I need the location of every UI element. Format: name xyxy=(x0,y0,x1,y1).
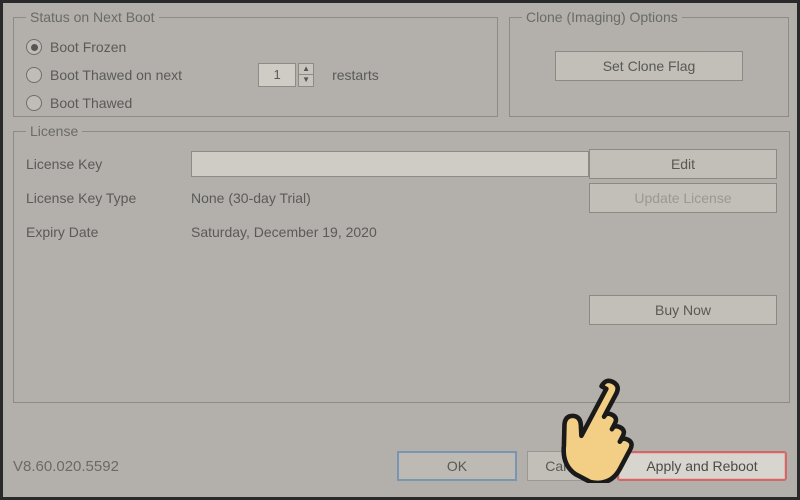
license-key-label: License Key xyxy=(26,156,191,172)
radio-boot-thawed-row[interactable]: Boot Thawed xyxy=(26,89,485,117)
restarts-value[interactable]: 1 xyxy=(258,63,296,87)
dialog-footer: V8.60.020.5592 OK Cancel Apply and Reboo… xyxy=(13,451,787,481)
expiry-date-label: Expiry Date xyxy=(26,224,191,240)
radio-boot-thawed-label: Boot Thawed xyxy=(50,95,132,111)
license-legend: License xyxy=(26,123,82,139)
restarts-spinner[interactable]: 1 ▲ ▼ xyxy=(258,63,314,87)
update-license-button: Update License xyxy=(589,183,777,213)
expiry-date-value: Saturday, December 19, 2020 xyxy=(191,224,377,240)
license-type-value: None (30-day Trial) xyxy=(191,190,311,206)
ok-button[interactable]: OK xyxy=(397,451,517,481)
buy-now-button[interactable]: Buy Now xyxy=(589,295,777,325)
set-clone-flag-button[interactable]: Set Clone Flag xyxy=(555,51,743,81)
clone-legend: Clone (Imaging) Options xyxy=(522,9,682,25)
version-label: V8.60.020.5592 xyxy=(13,458,119,475)
settings-panel: Status on Next Boot Boot Frozen Boot Tha… xyxy=(3,3,797,497)
radio-boot-frozen[interactable] xyxy=(26,39,42,55)
radio-boot-thawed-next-row[interactable]: Boot Thawed on next 1 ▲ ▼ restarts xyxy=(26,61,485,89)
license-group: License License Key Edit License Key Typ… xyxy=(13,123,790,403)
radio-boot-frozen-label: Boot Frozen xyxy=(50,39,126,55)
radio-boot-thawed-next[interactable] xyxy=(26,67,42,83)
restarts-label: restarts xyxy=(332,67,379,83)
license-type-label: License Key Type xyxy=(26,190,191,206)
edit-license-button[interactable]: Edit xyxy=(589,149,777,179)
restarts-up-icon[interactable]: ▲ xyxy=(298,63,314,75)
status-on-next-boot-group: Status on Next Boot Boot Frozen Boot Tha… xyxy=(13,9,498,117)
radio-boot-frozen-row[interactable]: Boot Frozen xyxy=(26,33,485,61)
radio-boot-thawed-next-label: Boot Thawed on next xyxy=(50,67,182,83)
restarts-down-icon[interactable]: ▼ xyxy=(298,75,314,87)
clone-options-group: Clone (Imaging) Options Set Clone Flag xyxy=(509,9,789,117)
restarts-stepper[interactable]: ▲ ▼ xyxy=(298,63,314,87)
apply-and-reboot-button[interactable]: Apply and Reboot xyxy=(617,451,787,481)
cancel-button[interactable]: Cancel xyxy=(527,451,607,481)
license-key-input[interactable] xyxy=(191,151,589,177)
radio-boot-thawed[interactable] xyxy=(26,95,42,111)
status-legend: Status on Next Boot xyxy=(26,9,159,25)
